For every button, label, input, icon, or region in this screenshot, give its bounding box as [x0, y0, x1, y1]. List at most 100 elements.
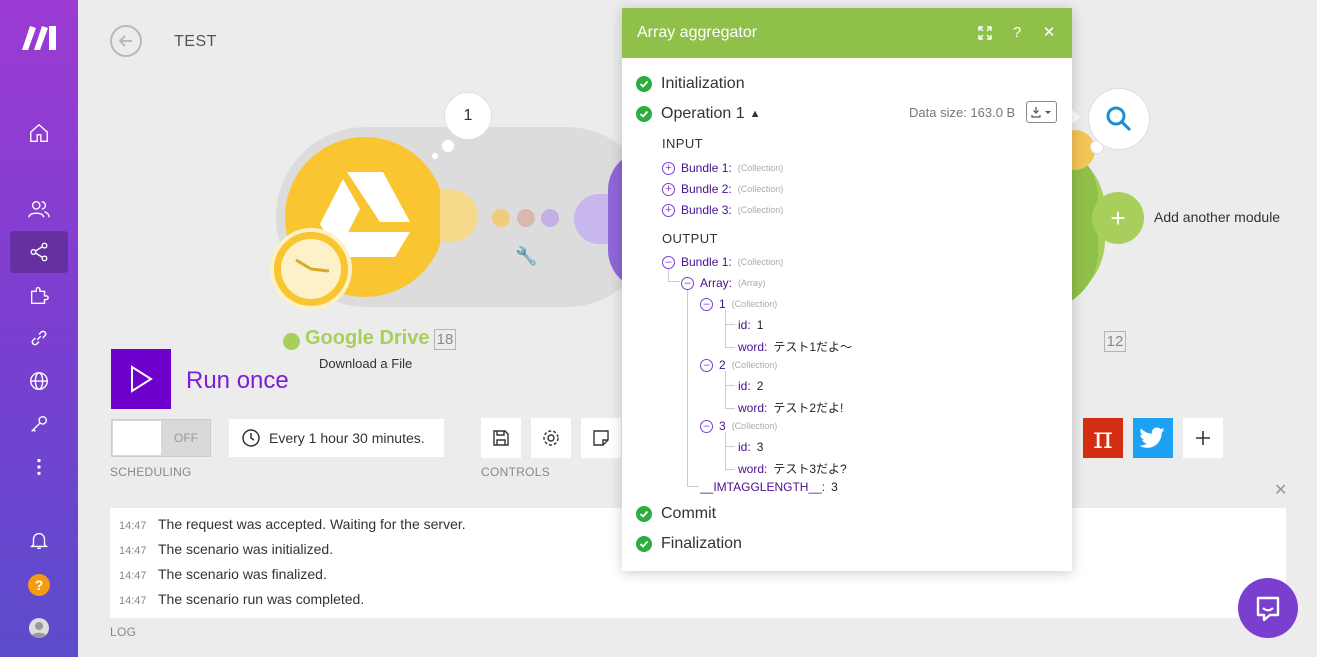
field-id: id: 3	[738, 440, 763, 454]
output-label: OUTPUT	[662, 231, 718, 246]
sidebar-item-connections[interactable]	[10, 317, 68, 359]
expand-plus-icon[interactable]: +	[662, 182, 675, 196]
popup-actions: ? ✕	[978, 24, 1056, 42]
note-icon	[593, 430, 609, 446]
module-name[interactable]: Google Drive	[305, 327, 429, 350]
gear-icon	[543, 430, 559, 446]
tree-line	[725, 469, 735, 470]
math-tool-button[interactable]: π	[1083, 418, 1123, 458]
output-array[interactable]: – Array: (Array)	[681, 276, 766, 290]
close-log-icon[interactable]: ✕	[1274, 480, 1287, 500]
user-avatar-icon	[31, 622, 47, 638]
chat-button[interactable]	[1238, 578, 1298, 638]
expand-icon[interactable]	[978, 24, 992, 42]
avatar[interactable]	[29, 618, 49, 638]
input-bundle[interactable]: + Bundle 2: (Collection)	[662, 182, 783, 196]
sidebar-item-apps[interactable]	[10, 274, 68, 316]
bubble-tail	[431, 152, 439, 160]
item-index: 1	[719, 297, 726, 311]
array-item[interactable]: – 3 (Collection)	[700, 419, 777, 433]
save-button[interactable]	[481, 418, 521, 458]
expand-plus-icon[interactable]: +	[662, 161, 675, 175]
output-bundle[interactable]: – Bundle 1: (Collection)	[662, 255, 783, 269]
notes-button[interactable]	[581, 418, 621, 458]
toggle-text: OFF	[174, 431, 198, 445]
collapse-minus-icon[interactable]: –	[700, 297, 713, 311]
field-key: id:	[738, 318, 751, 332]
stage-commit[interactable]: Commit	[636, 505, 716, 523]
field-value: テスト1だよ〜	[773, 340, 853, 354]
key-icon	[31, 415, 48, 432]
collapse-minus-icon[interactable]: –	[700, 419, 713, 433]
wrench-icon[interactable]: 🔧	[515, 246, 537, 267]
type-label: (Collection)	[731, 360, 778, 370]
schedule-settings[interactable]: Every 1 hour 30 minutes.	[229, 419, 444, 457]
stage-operation[interactable]: Operation 1 ▲	[636, 105, 761, 123]
download-icon	[1030, 107, 1051, 118]
tree-line	[725, 408, 735, 409]
type-label: (Collection)	[737, 257, 784, 267]
download-button[interactable]	[1026, 101, 1057, 123]
arrow-left-icon	[118, 35, 132, 47]
scheduling-toggle[interactable]: OFF	[111, 419, 211, 457]
item-index: 3	[719, 419, 726, 433]
log-message: The request was accepted. Waiting for th…	[158, 516, 466, 532]
clock-icon[interactable]	[270, 228, 352, 310]
connector-dot	[492, 209, 510, 227]
close-icon[interactable]: ✕	[1042, 24, 1056, 42]
field-key: id:	[738, 440, 751, 454]
controls-label: CONTROLS	[481, 465, 551, 479]
item-index: 2	[719, 358, 726, 372]
module-subtitle: Download a File	[319, 356, 413, 371]
success-check-icon	[283, 333, 300, 350]
check-icon	[636, 506, 652, 522]
field-word: word: テスト1だよ〜	[738, 338, 852, 355]
sidebar-item-team[interactable]	[10, 188, 68, 230]
sidebar-item-home[interactable]	[10, 112, 68, 154]
operations-bubble[interactable]: 1	[444, 92, 492, 140]
scenario-title[interactable]: TEST	[174, 33, 217, 51]
field-value: 1	[756, 318, 764, 332]
caret-up-icon[interactable]: ▲	[750, 108, 761, 120]
plus-icon	[1196, 431, 1210, 445]
array-item[interactable]: – 1 (Collection)	[700, 297, 777, 311]
stage-finalization[interactable]: Finalization	[636, 535, 742, 553]
collapse-minus-icon[interactable]: –	[681, 276, 694, 290]
home-icon	[30, 123, 48, 142]
toggle-knob	[113, 421, 161, 455]
sidebar-item-webhooks[interactable]	[10, 360, 68, 402]
help-icon[interactable]: ?	[1010, 24, 1024, 42]
input-bundle[interactable]: + Bundle 3: (Collection)	[662, 203, 783, 217]
users-icon	[28, 200, 50, 218]
sidebar-item-notifications[interactable]	[10, 519, 68, 561]
run-once-label[interactable]: Run once	[186, 367, 289, 395]
log-entry: 14:47 The scenario run was completed.	[110, 591, 1286, 616]
field-value: テスト3だよ?	[773, 462, 847, 476]
array-key: Array:	[700, 276, 733, 290]
twitter-tool-button[interactable]	[1133, 418, 1173, 458]
sidebar-item-scenarios[interactable]	[10, 231, 68, 273]
expand-plus-icon[interactable]: +	[662, 203, 675, 217]
settings-button[interactable]	[531, 418, 571, 458]
add-module-label[interactable]: Add another module	[1154, 209, 1280, 225]
input-bundle[interactable]: + Bundle 1: (Collection)	[662, 161, 783, 175]
sidebar-item-more[interactable]	[10, 446, 68, 488]
bell-icon	[30, 532, 48, 549]
array-item[interactable]: – 2 (Collection)	[700, 358, 777, 372]
stage-label: Initialization	[661, 75, 745, 92]
plus-icon: +	[1110, 202, 1126, 233]
bundle-key: Bundle 1:	[681, 161, 732, 175]
back-button[interactable]	[110, 25, 142, 57]
field-key: word:	[738, 461, 768, 476]
run-once-button[interactable]	[111, 349, 171, 409]
inspect-bubble[interactable]	[1088, 88, 1150, 150]
check-icon	[636, 536, 652, 552]
help-icon[interactable]: ?	[28, 574, 50, 596]
make-logo-icon[interactable]	[20, 22, 58, 52]
add-module-button[interactable]: +	[1092, 192, 1144, 244]
stage-initialization[interactable]: Initialization	[636, 75, 745, 93]
collapse-minus-icon[interactable]: –	[662, 255, 675, 269]
sidebar-item-keys[interactable]	[10, 403, 68, 445]
collapse-minus-icon[interactable]: –	[700, 358, 713, 372]
add-tool-button[interactable]	[1183, 418, 1223, 458]
